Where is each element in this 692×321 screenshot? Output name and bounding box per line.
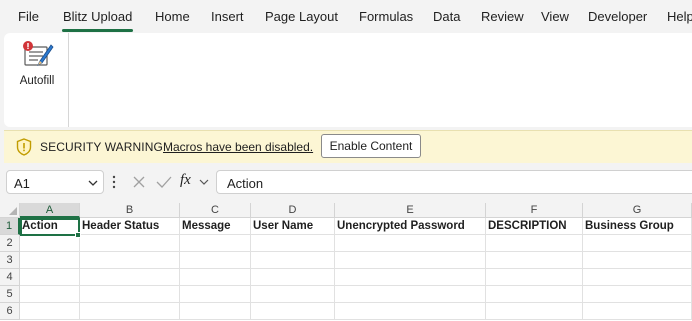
cell-f1[interactable]: DESCRIPTION <box>486 218 583 235</box>
grid-cell[interactable] <box>486 286 583 303</box>
tab-formulas[interactable]: Formulas <box>359 9 413 24</box>
grid-cell[interactable] <box>20 269 80 286</box>
grid-cell[interactable] <box>335 252 486 269</box>
select-all-icon <box>9 207 17 215</box>
row-header-1[interactable]: 1 <box>0 218 20 235</box>
grid-cell[interactable] <box>335 235 486 252</box>
cell-b1[interactable]: Header Status <box>80 218 180 235</box>
tab-help[interactable]: Help <box>667 9 692 24</box>
grid-cell[interactable] <box>20 303 80 320</box>
formula-bar: A1 fx Action <box>0 166 692 198</box>
cell-c1[interactable]: Message <box>180 218 251 235</box>
insert-function-icon[interactable]: fx <box>180 172 191 189</box>
grid-cell[interactable] <box>80 252 180 269</box>
cell-d1[interactable]: User Name <box>251 218 335 235</box>
grid-cell[interactable] <box>486 269 583 286</box>
grid-cell[interactable] <box>180 252 251 269</box>
grid-cell[interactable] <box>486 303 583 320</box>
enter-check-icon[interactable] <box>155 174 173 190</box>
grid-cell[interactable] <box>251 235 335 252</box>
grid-cell[interactable] <box>335 286 486 303</box>
tab-blitz-upload[interactable]: Blitz Upload <box>61 9 134 32</box>
security-warning-title: SECURITY WARNING <box>40 140 163 154</box>
formula-value: Action <box>227 176 264 191</box>
more-options-icon[interactable] <box>111 175 117 189</box>
cell-g1[interactable]: Business Group <box>583 218 692 235</box>
grid-cell[interactable] <box>251 286 335 303</box>
grid-cell[interactable] <box>251 269 335 286</box>
tab-page-layout[interactable]: Page Layout <box>265 9 338 24</box>
tab-developer[interactable]: Developer <box>588 9 647 24</box>
grid-cell[interactable] <box>20 286 80 303</box>
cell-a1[interactable]: Action <box>20 218 80 235</box>
column-header-b[interactable]: B <box>80 203 180 218</box>
worksheet-grid: A B C D E F G 1 2 3 4 5 6 Action Header … <box>0 203 692 321</box>
grid-cell[interactable] <box>80 303 180 320</box>
ribbon-panel: Autofill <box>4 33 692 127</box>
ribbon-group-blitz: Autofill <box>4 33 69 127</box>
column-header-f[interactable]: F <box>486 203 583 218</box>
grid-cell[interactable] <box>80 269 180 286</box>
row-header-6[interactable]: 6 <box>0 303 20 320</box>
grid-cell[interactable] <box>486 235 583 252</box>
tab-home[interactable]: Home <box>155 9 190 24</box>
autofill-button[interactable]: Autofill <box>12 37 62 95</box>
ribbon-tab-bar: File Blitz Upload Home Insert Page Layou… <box>0 0 692 33</box>
cancel-icon[interactable] <box>131 174 147 190</box>
grid-cell[interactable] <box>80 286 180 303</box>
grid-cell[interactable] <box>251 252 335 269</box>
grid-cell[interactable] <box>180 286 251 303</box>
enable-content-button[interactable]: Enable Content <box>321 134 421 158</box>
column-header-g[interactable]: G <box>583 203 692 218</box>
column-header-e[interactable]: E <box>335 203 486 218</box>
column-header-a[interactable]: A <box>20 203 80 218</box>
grid-cell[interactable] <box>80 235 180 252</box>
autofill-icon <box>23 41 54 66</box>
tab-file[interactable]: File <box>18 9 39 24</box>
security-warning-bar: SECURITY WARNING Macros have been disabl… <box>4 130 692 163</box>
fill-handle[interactable] <box>75 232 81 238</box>
row-header-2[interactable]: 2 <box>0 235 20 252</box>
grid-cell[interactable] <box>486 252 583 269</box>
autofill-label: Autofill <box>19 75 55 87</box>
cell-e1[interactable]: Unencrypted Password <box>335 218 486 235</box>
shield-warning-icon <box>16 138 32 156</box>
macros-disabled-link[interactable]: Macros have been disabled. <box>163 140 313 154</box>
grid-cell[interactable] <box>583 286 692 303</box>
grid-cell[interactable] <box>335 269 486 286</box>
grid-cell[interactable] <box>20 235 80 252</box>
tab-view[interactable]: View <box>541 9 569 24</box>
grid-cell[interactable] <box>583 252 692 269</box>
chevron-down-icon[interactable] <box>199 178 209 186</box>
grid-cell[interactable] <box>180 235 251 252</box>
row-header-4[interactable]: 4 <box>0 269 20 286</box>
grid-cell[interactable] <box>583 235 692 252</box>
name-box[interactable]: A1 <box>6 170 104 194</box>
grid-cell[interactable] <box>583 303 692 320</box>
row-header-3[interactable]: 3 <box>0 252 20 269</box>
tab-insert[interactable]: Insert <box>211 9 244 24</box>
formula-input[interactable]: Action <box>216 170 692 194</box>
grid-cell[interactable] <box>583 269 692 286</box>
name-box-value: A1 <box>14 176 30 191</box>
grid-cell[interactable] <box>335 303 486 320</box>
tab-data[interactable]: Data <box>433 9 460 24</box>
column-header-c[interactable]: C <box>180 203 251 218</box>
grid-cell[interactable] <box>20 252 80 269</box>
column-header-d[interactable]: D <box>251 203 335 218</box>
grid-cell[interactable] <box>180 303 251 320</box>
row-header-5[interactable]: 5 <box>0 286 20 303</box>
tab-review[interactable]: Review <box>481 9 524 24</box>
grid-cell[interactable] <box>251 303 335 320</box>
select-all-corner[interactable] <box>0 203 20 218</box>
chevron-down-icon[interactable] <box>87 177 99 189</box>
grid-cell[interactable] <box>180 269 251 286</box>
